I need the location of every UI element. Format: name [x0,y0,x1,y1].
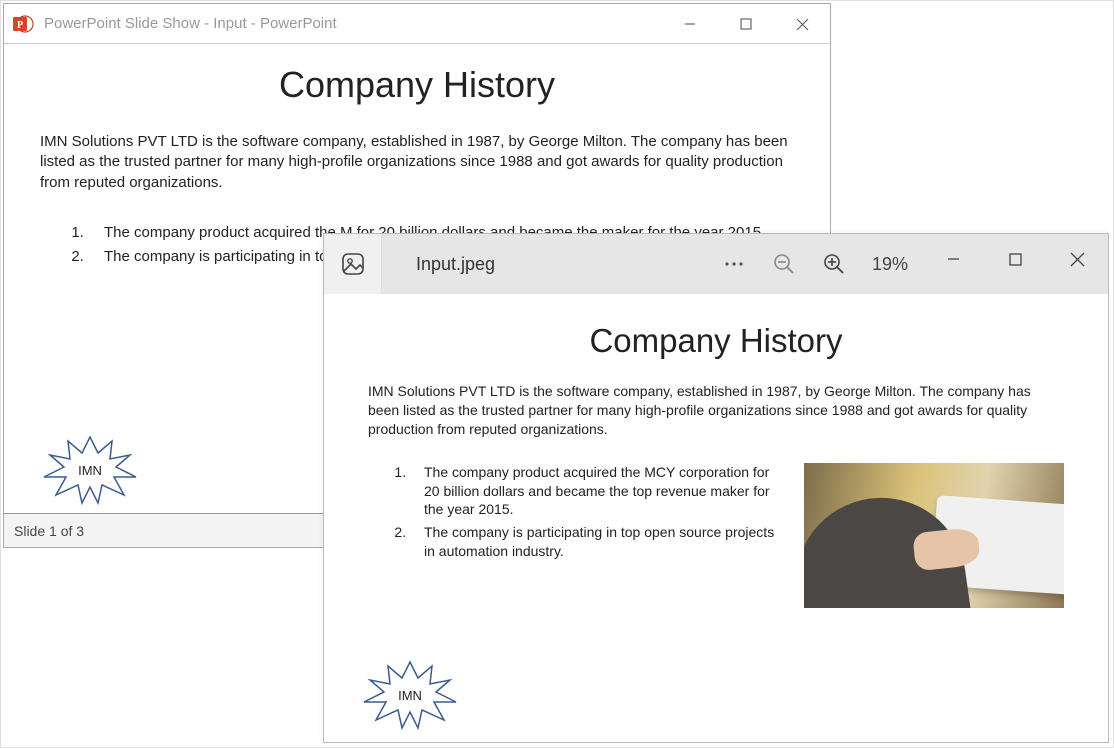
zoom-out-icon[interactable] [772,252,796,276]
maximize-button[interactable] [718,4,774,44]
window-controls [662,4,830,44]
viewer-toolbar[interactable]: Input.jpeg 19% [324,234,1108,294]
imn-explosion-badge: IMN [40,435,140,505]
viewer-filename: Input.jpeg [416,254,495,275]
more-icon[interactable] [722,252,746,276]
svg-text:P: P [17,20,23,31]
list-item: The company product acquired the MCY cor… [410,463,788,520]
zoom-percentage: 19% [872,254,908,275]
imn-badge-label: IMN [40,435,140,505]
maximize-button[interactable] [984,234,1046,284]
minimize-button[interactable] [922,234,984,284]
imn-explosion-badge: IMN [360,660,460,730]
viewer-content[interactable]: Company History IMN Solutions PVT LTD is… [324,294,1108,742]
viewer-window-controls [922,234,1108,294]
slide-paragraph: IMN Solutions PVT LTD is the software co… [40,132,794,193]
slide-title: Company History [40,64,794,106]
image-viewer-window: Input.jpeg 19% Company [323,233,1109,743]
powerpoint-titlebar[interactable]: P PowerPoint Slide Show - Input - PowerP… [4,4,830,44]
powerpoint-app-icon: P [12,13,34,35]
imn-badge-label: IMN [360,660,460,730]
viewer-zoom-controls: 19% [722,234,908,294]
list-item: The company is participating in top open… [410,523,788,561]
zoom-in-icon[interactable] [822,252,846,276]
minimize-button[interactable] [662,4,718,44]
slide-counter: Slide 1 of 3 [14,523,84,539]
slide-image [804,463,1064,608]
viewer-slide-paragraph: IMN Solutions PVT LTD is the software co… [368,382,1064,439]
viewer-app-icon[interactable] [324,234,382,294]
powerpoint-title-text: PowerPoint Slide Show - Input - PowerPoi… [44,15,337,32]
viewer-slide-title: Company History [368,322,1064,360]
close-button[interactable] [1046,234,1108,284]
viewer-slide-list: The company product acquired the MCY cor… [368,463,788,608]
close-button[interactable] [774,4,830,44]
